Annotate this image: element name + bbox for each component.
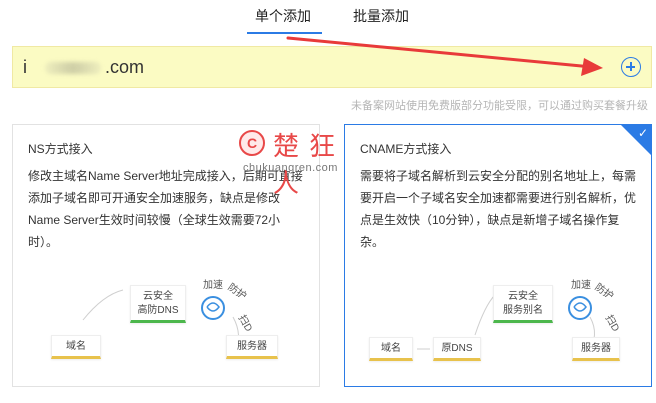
check-icon: ✓ [637,126,648,140]
ns-server-node: 服务器 [226,335,278,359]
cname-origin-dns-node: 原DNS [433,337,481,361]
ns-card-description: 修改主域名Name Server地址完成接入，后期可直接添加子域名即可开通安全加… [28,169,303,249]
ns-card-title: NS方式接入 [28,142,93,156]
ns-domain-node: 域名 [51,335,101,359]
cname-access-card[interactable]: ✓ CNAME方式接入 需要将子域名解析到云安全分配的别名地址上，每需要开启一个… [344,124,652,387]
cname-domain-node: 域名 [369,337,413,361]
cname-card-description: 需要将子域名解析到云安全分配的别名地址上，每需要开启一个子域名安全加速都需要进行… [360,169,637,249]
ns-dns-node: 云安全 高防DNS [130,285,186,323]
cname-server-node: 服务器 [572,337,620,361]
free-version-notice: 未备案网站使用免费版部分功能受限，可以通过购买套餐升级 [351,100,648,112]
watermark-logo-icon: C [239,130,265,156]
cname-alias-node: 云安全 服务别名 [493,285,553,323]
shield-icon [568,296,592,320]
watermark-url: chukuangren.com [243,162,338,174]
ns-accel-label: 加速 [203,280,223,291]
watermark: C 楚狂人 chukuangren.com [239,128,379,199]
shield-icon [201,296,225,320]
ns-flow-diagram [82,289,239,354]
cname-accel-label: 加速 [571,280,591,291]
